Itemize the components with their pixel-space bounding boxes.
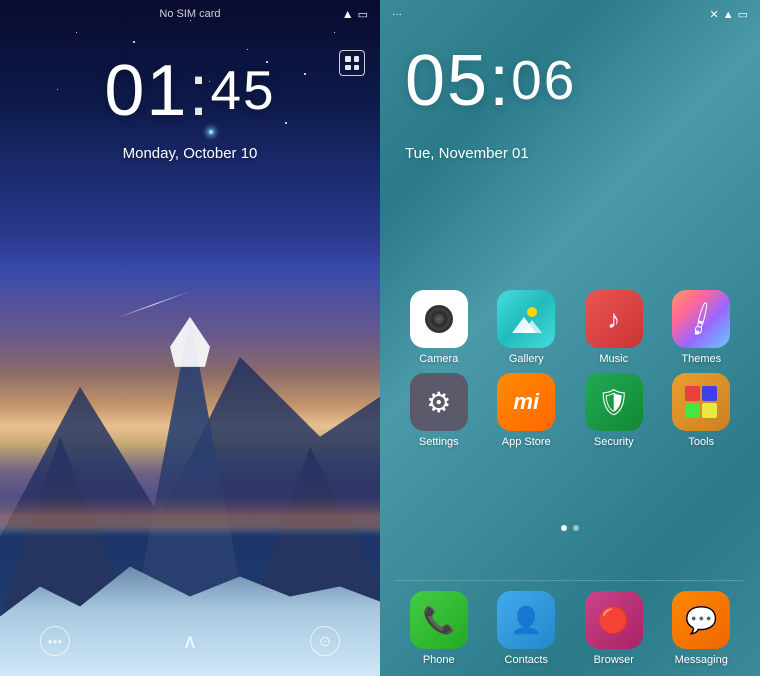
dock-item-messaging[interactable]: 💬 Messaging: [662, 591, 740, 666]
right-status-bar: ··· ✕ ▲ ▭: [380, 8, 760, 21]
contacts-icon: 👤: [510, 605, 542, 636]
lock-date: Monday, October 10: [123, 145, 258, 162]
lock-unlock-arrow[interactable]: ∧: [183, 629, 198, 654]
security-app-label: Security: [594, 436, 634, 448]
themes-app-icon: 🖌: [672, 290, 730, 348]
messaging-icon: 💬: [685, 605, 717, 636]
themes-app-label: Themes: [681, 353, 721, 365]
messaging-app-label: Messaging: [675, 654, 728, 666]
gallery-inner: [507, 305, 545, 333]
tools-app-icon: [672, 373, 730, 431]
lock-minutes: 45: [210, 58, 275, 122]
settings-app-icon: ⚙: [410, 373, 468, 431]
lock-camera-icon[interactable]: ⊙: [310, 626, 340, 656]
right-status-right: ✕ ▲ ▭: [709, 8, 748, 21]
phone-icon: 📞: [423, 605, 455, 636]
right-x-icon: ✕: [709, 8, 718, 21]
lock-colon: :: [188, 51, 210, 131]
contacts-app-label: Contacts: [505, 654, 548, 666]
home-colon: :: [489, 41, 511, 121]
left-no-sim-text: No SIM card: [159, 8, 220, 20]
settings-app-label: Settings: [419, 436, 459, 448]
lock-time: 01:45: [104, 50, 275, 132]
right-battery-icon: ▭: [738, 8, 748, 21]
dock-item-phone[interactable]: 📞 Phone: [400, 591, 478, 666]
dock-item-contacts[interactable]: 👤 Contacts: [487, 591, 565, 666]
app-item-camera[interactable]: Camera: [400, 290, 478, 365]
home-time: 05:06: [405, 40, 576, 122]
app-item-music[interactable]: ♪ Music: [575, 290, 653, 365]
app-item-settings[interactable]: ⚙ Settings: [400, 373, 478, 448]
tools-cell-2: [702, 386, 717, 401]
tools-app-label: Tools: [688, 436, 714, 448]
dock-item-browser[interactable]: 🔴 Browser: [575, 591, 653, 666]
tools-grid-icon: [685, 386, 717, 418]
music-app-icon: ♪: [585, 290, 643, 348]
lock-screen: No SIM card ▲ ▭ 01:45 Monday, October 10…: [0, 0, 380, 676]
music-note-icon: ♪: [607, 304, 620, 335]
left-wifi-icon: ▲: [342, 7, 354, 21]
phone-app-label: Phone: [423, 654, 455, 666]
lock-hours: 01: [104, 51, 188, 131]
page-dot-2: [573, 525, 579, 531]
left-status-bar: No SIM card ▲ ▭: [0, 8, 380, 20]
app-item-security[interactable]: 🛡 Security: [575, 373, 653, 448]
browser-app-label: Browser: [594, 654, 634, 666]
page-dot-1: [561, 525, 567, 531]
themes-brush-icon: 🖌: [681, 299, 722, 339]
phone-app-icon: 📞: [410, 591, 468, 649]
appstore-app-label: App Store: [502, 436, 551, 448]
dock-row: 📞 Phone 👤 Contacts 🔴 Browser 💬 Messaging: [380, 591, 760, 666]
dock-divider: [395, 580, 745, 581]
app-row-1: Camera Gallery ♪ Music: [395, 290, 745, 365]
appstore-app-icon: mi: [497, 373, 555, 431]
contacts-app-icon: 👤: [497, 591, 555, 649]
lock-left-icon[interactable]: ●●●: [40, 626, 70, 656]
music-app-label: Music: [599, 353, 628, 365]
gallery-mountain-right: [522, 320, 542, 333]
camera-app-label: Camera: [419, 353, 458, 365]
browser-icon: 🔴: [598, 605, 630, 636]
grid-dot-2: [354, 56, 360, 62]
tools-cell-1: [685, 386, 700, 401]
right-wifi-icon: ▲: [723, 9, 734, 21]
gallery-sun: [527, 307, 537, 317]
grid-dot-1: [345, 56, 351, 62]
grid-icon[interactable]: [339, 50, 365, 76]
gallery-app-label: Gallery: [509, 353, 544, 365]
grid-dot-3: [345, 65, 351, 71]
app-grid: Camera Gallery ♪ Music: [380, 290, 760, 456]
left-status-icons: ▲ ▭: [342, 7, 368, 21]
up-arrow-icon: ∧: [183, 631, 198, 653]
browser-app-icon: 🔴: [585, 591, 643, 649]
lock-bottom-controls: ●●● ∧ ⊙: [0, 626, 380, 656]
app-item-appstore[interactable]: mi App Store: [487, 373, 565, 448]
mountain-svg: [0, 237, 380, 676]
app-item-gallery[interactable]: Gallery: [487, 290, 565, 365]
right-signal-icon: ···: [392, 9, 402, 20]
circle-icon: ●●●: [48, 637, 63, 646]
home-screen: ··· ✕ ▲ ▭ 05:06 Tue, November 01 Camera: [380, 0, 760, 676]
settings-gear-icon: ⚙: [426, 386, 451, 419]
tools-cell-4: [702, 403, 717, 418]
home-date: Tue, November 01: [405, 145, 529, 162]
mi-logo: mi: [513, 389, 539, 415]
right-signal-area: ···: [392, 9, 402, 20]
messaging-app-icon: 💬: [672, 591, 730, 649]
security-shield-icon: 🛡: [597, 387, 630, 418]
app-row-2: ⚙ Settings mi App Store 🛡 Security: [395, 373, 745, 448]
camera-circle-icon: ⊙: [319, 633, 331, 650]
app-item-tools[interactable]: Tools: [662, 373, 740, 448]
home-minutes: 06: [511, 48, 576, 112]
camera-lens: [425, 305, 453, 333]
security-app-icon: 🛡: [585, 373, 643, 431]
app-item-themes[interactable]: 🖌 Themes: [662, 290, 740, 365]
home-hours: 05: [405, 41, 489, 121]
grid-dot-4: [354, 65, 360, 71]
page-dots: [380, 525, 760, 531]
left-battery-icon: ▭: [358, 8, 368, 21]
tools-cell-3: [685, 403, 700, 418]
camera-app-icon: [410, 290, 468, 348]
gallery-app-icon: [497, 290, 555, 348]
